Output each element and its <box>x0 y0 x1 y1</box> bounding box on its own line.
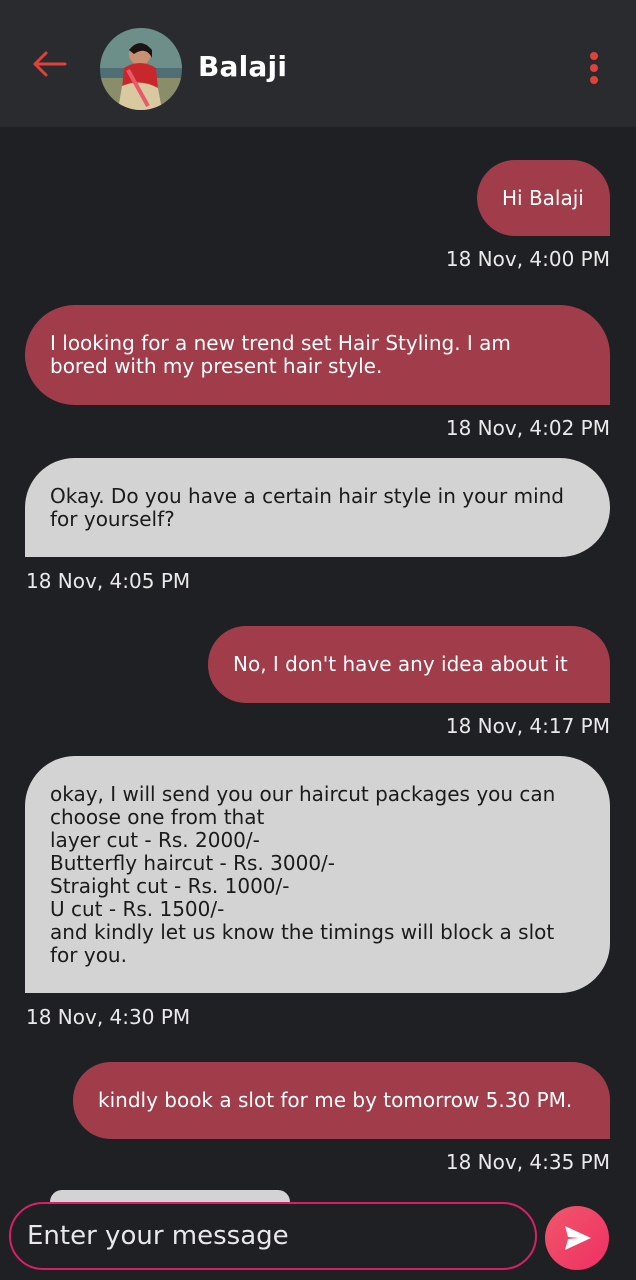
send-button[interactable] <box>545 1206 609 1270</box>
arrow-left-icon <box>33 51 67 77</box>
avatar[interactable] <box>100 28 182 110</box>
message-bubble-outgoing[interactable]: kindly book a slot for me by tomorrow 5.… <box>73 1062 610 1139</box>
send-icon <box>565 1226 591 1250</box>
back-button[interactable] <box>30 48 70 82</box>
message-timestamp: 18 Nov, 4:00 PM <box>445 247 610 271</box>
message-timestamp: 18 Nov, 4:17 PM <box>445 714 610 738</box>
message-timestamp: 18 Nov, 4:30 PM <box>26 1005 191 1029</box>
message-timestamp: 18 Nov, 4:05 PM <box>26 569 191 593</box>
message-timestamp: 18 Nov, 4:35 PM <box>445 1150 610 1174</box>
message-bubble-partial <box>50 1190 290 1202</box>
message-bubble-incoming[interactable]: okay, I will send you our haircut packag… <box>25 756 610 993</box>
chat-header: Balaji <box>0 0 636 127</box>
message-input[interactable] <box>27 1221 535 1251</box>
message-input-container[interactable] <box>9 1202 537 1270</box>
message-bubble-incoming[interactable]: Okay. Do you have a certain hair style i… <box>25 458 610 557</box>
message-bubble-outgoing[interactable]: No, I don't have any idea about it <box>208 626 610 703</box>
message-bubble-outgoing[interactable]: I looking for a new trend set Hair Styli… <box>25 305 610 405</box>
message-bubble-outgoing[interactable]: Hi Balaji <box>477 160 610 236</box>
overflow-menu-button[interactable] <box>584 50 604 86</box>
message-timestamp: 18 Nov, 4:02 PM <box>445 416 610 440</box>
contact-name: Balaji <box>198 50 288 83</box>
